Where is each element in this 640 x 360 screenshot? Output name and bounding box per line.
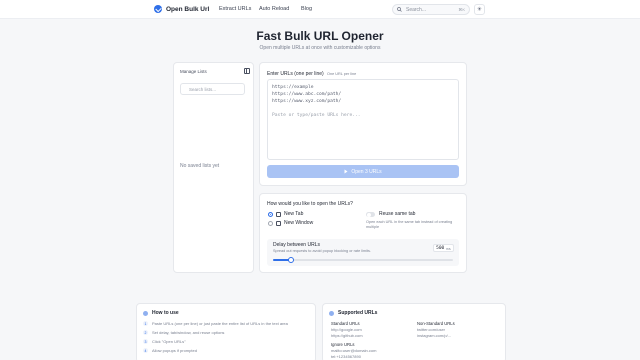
url-editor-card: Enter URLs (one per line) One URL per li… bbox=[259, 62, 467, 186]
radio-selected-indicator bbox=[268, 211, 273, 217]
step-item: 4 Allow popups if prompted bbox=[143, 348, 197, 353]
step-text: Paste URLs (one per line) or just paste … bbox=[152, 321, 288, 326]
step-number: 4 bbox=[143, 348, 148, 353]
theme-toggle-button[interactable]: ☀ bbox=[474, 4, 485, 15]
sidebar-collapse-icon[interactable] bbox=[244, 68, 250, 74]
open-mode-question: How would you like to open the URLs? bbox=[267, 201, 353, 207]
play-icon bbox=[344, 169, 348, 174]
delay-setting: Delay between URLs Spread out requests t… bbox=[267, 239, 459, 266]
step-item: 3 Click "Open URLs" bbox=[143, 339, 186, 344]
open-urls-label: Open 3 URLs bbox=[351, 168, 382, 175]
logo-check-icon bbox=[154, 5, 162, 13]
open-options-card: How would you like to open the URLs? New… bbox=[259, 193, 467, 273]
nav-label: Blog bbox=[301, 6, 313, 12]
delay-label: Delay between URLs bbox=[273, 242, 320, 248]
url-textarea[interactable]: https://example https://www.abc.com/path… bbox=[267, 79, 459, 160]
url-placeholder: Paste or type/paste URLs here... bbox=[272, 113, 361, 118]
new-tab-label: New Tab bbox=[284, 211, 304, 217]
url-input-hint: One URL per line bbox=[327, 72, 357, 76]
step-text: Click "Open URLs" bbox=[152, 339, 186, 344]
supported-title-text: Supported URLs bbox=[338, 310, 378, 316]
step-item: 1 Paste URLs (one per line) or just paste… bbox=[143, 321, 288, 326]
nav-label: Auto Reload bbox=[259, 6, 290, 12]
standard-url-example: https://github.com bbox=[331, 333, 363, 338]
radio-new-window[interactable]: New Window bbox=[268, 220, 313, 226]
step-number: 1 bbox=[143, 321, 148, 326]
reuse-tab-label: Reuse same tab bbox=[379, 211, 416, 217]
url-line: https://example bbox=[272, 85, 314, 90]
nav-auto-reload[interactable]: Auto Reload bbox=[259, 6, 289, 12]
manage-lists-title: Manage Lists bbox=[180, 69, 207, 74]
link-icon bbox=[329, 310, 334, 316]
url-line: https://www.abc.com/path/ bbox=[272, 92, 342, 97]
delay-value: 500 bbox=[436, 245, 445, 251]
nav-label: Extract URLs bbox=[219, 6, 252, 12]
sun-icon: ☀ bbox=[476, 7, 483, 13]
supported-urls-card: Supported URLs Standard URLs http://goog… bbox=[322, 303, 506, 360]
url-input-label: Enter URLs (one per line) bbox=[267, 71, 324, 77]
how-to-title-text: How to use bbox=[152, 310, 179, 316]
nav-blog[interactable]: Blog bbox=[301, 6, 312, 12]
brand-logo[interactable]: Open Bulk Url bbox=[154, 5, 209, 13]
step-number: 3 bbox=[143, 339, 148, 344]
window-icon bbox=[276, 220, 281, 226]
search-box[interactable]: Search... ⌘K bbox=[392, 4, 470, 15]
delay-value-input[interactable]: 500 ms bbox=[433, 244, 454, 252]
tab-icon bbox=[276, 211, 281, 217]
ignore-url-example: tel:+1234567890 bbox=[331, 354, 361, 359]
delay-slider-handle[interactable] bbox=[288, 257, 294, 263]
delay-description: Spread out requests to avoid popup block… bbox=[273, 249, 371, 253]
manage-lists-panel: Manage Lists Search lists... No saved li… bbox=[173, 62, 254, 273]
radio-new-tab[interactable]: New Tab bbox=[268, 211, 303, 217]
page-title: Fast Bulk URL Opener bbox=[256, 29, 384, 43]
top-navbar: Open Bulk Url Extract URLs Auto Reload B… bbox=[0, 0, 640, 19]
delay-slider[interactable] bbox=[273, 257, 453, 263]
new-window-label: New Window bbox=[284, 220, 314, 226]
info-icon bbox=[143, 310, 148, 316]
search-placeholder: Search... bbox=[406, 6, 427, 13]
page-subtitle: Open multiple URLs at once with customiz… bbox=[259, 45, 381, 51]
standard-url-example: http://google.com bbox=[331, 327, 362, 332]
ignore-urls-title: Ignore URLs bbox=[331, 342, 355, 347]
nonstandard-url-example: twitter.com/user bbox=[417, 327, 446, 332]
brand-name: Open Bulk Url bbox=[166, 5, 210, 13]
supported-title: Supported URLs bbox=[329, 310, 377, 316]
empty-lists-text: No saved lists yet bbox=[180, 163, 220, 169]
step-number: 2 bbox=[143, 330, 148, 335]
list-search-input[interactable]: Search lists... bbox=[180, 83, 245, 95]
nav-extract-urls[interactable]: Extract URLs bbox=[219, 6, 251, 12]
how-to-use-card: How to use 1 Paste URLs (one per line) or… bbox=[136, 303, 316, 360]
search-icon bbox=[397, 7, 402, 12]
nonstandard-url-example: instagram.com/p/... bbox=[417, 333, 452, 338]
radio-unselected-indicator bbox=[268, 220, 273, 226]
how-to-title: How to use bbox=[143, 310, 179, 316]
nonstandard-urls-title: Non-Standard URLs bbox=[417, 321, 455, 326]
reuse-tab-description: Open each URL in the same tab instead of… bbox=[366, 220, 453, 229]
search-shortcut: ⌘K bbox=[458, 7, 465, 12]
step-text: Allow popups if prompted bbox=[152, 348, 197, 353]
standard-urls-title: Standard URLs bbox=[331, 321, 360, 326]
reuse-tab-toggle[interactable] bbox=[366, 212, 375, 217]
step-item: 2 Set delay, tab/window, and reuse option… bbox=[143, 330, 224, 335]
url-line: https://www.xyz.com/path/ bbox=[272, 99, 342, 104]
delay-unit: ms bbox=[446, 245, 451, 251]
ignore-url-example: mailto:user@domain.com bbox=[331, 348, 377, 353]
step-text: Set delay, tab/window, and reuse options bbox=[152, 330, 225, 335]
open-urls-button[interactable]: Open 3 URLs bbox=[267, 165, 459, 178]
